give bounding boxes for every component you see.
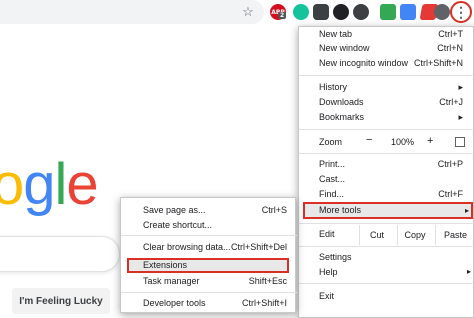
submenu-item-task-manager[interactable]: Task manager Shift+Esc (121, 275, 297, 288)
menu-item-new-window[interactable]: New window Ctrl+N (299, 41, 474, 55)
google-logo: ogle (0, 152, 99, 217)
menu-item-label: Find... (319, 189, 345, 199)
menu-separator (121, 235, 297, 236)
logo-letter: l (54, 152, 68, 217)
menu-separator (121, 292, 297, 293)
menu-item-shortcut: Ctrl+S (261, 205, 287, 215)
blue-extension-icon[interactable] (400, 4, 416, 20)
menu-item-label: Task manager (143, 276, 200, 286)
menu-item-label: Extensions (143, 260, 188, 270)
chrome-menu-button[interactable]: ⋮ (450, 1, 472, 23)
feeling-lucky-button[interactable]: I'm Feeling Lucky (12, 288, 110, 314)
abp-badge: 2 (278, 12, 287, 19)
fullscreen-icon[interactable] (455, 137, 465, 147)
menu-item-shortcut: Ctrl+Shift+N (413, 58, 463, 68)
menu-item-label: New incognito window (319, 58, 409, 68)
bookmark-star-icon[interactable]: ☆ (240, 4, 256, 20)
menu-separator (299, 283, 474, 284)
chrome-main-menu: New tab Ctrl+T New window Ctrl+N New inc… (298, 26, 474, 318)
paste-button[interactable]: Paste (435, 225, 474, 245)
menu-item-cast[interactable]: Cast... (299, 172, 474, 186)
menu-separator (299, 75, 474, 76)
menu-item-edit: Edit Cut Copy Paste (299, 225, 474, 245)
zoom-out-button[interactable]: − (366, 133, 372, 147)
submenu-arrow-icon: ▸ (464, 206, 469, 215)
zoom-in-button[interactable]: + (427, 134, 433, 148)
menu-item-label: Settings (319, 252, 352, 262)
menu-item-label: Cast... (319, 174, 346, 184)
menu-item-shortcut: Shift+Esc (248, 276, 287, 286)
menu-item-history[interactable]: History ▸ (299, 80, 474, 94)
submenu-arrow-icon: ▸ (466, 267, 471, 276)
menu-item-shortcut: Ctrl+Shift+Del (230, 242, 287, 252)
menu-item-shortcut: Ctrl+J (439, 97, 463, 107)
submenu-item-save-page[interactable]: Save page as... Ctrl+S (121, 204, 297, 217)
search-input[interactable] (0, 236, 120, 272)
profile-avatar[interactable] (434, 4, 450, 20)
menu-separator (299, 153, 474, 154)
round-dark-extension-icon[interactable] (333, 4, 349, 20)
menu-item-more-tools[interactable]: More tools ▸ (303, 202, 473, 219)
submenu-item-clear-browsing-data[interactable]: Clear browsing data... Ctrl+Shift+Del (121, 241, 297, 254)
logo-letter: e (66, 152, 98, 217)
menu-item-label: Exit (319, 291, 335, 301)
menu-item-shortcut: Ctrl+F (438, 189, 463, 199)
menu-separator (299, 246, 474, 247)
menu-item-label: Save page as... (143, 205, 206, 215)
copy-button[interactable]: Copy (397, 225, 432, 245)
submenu-arrow-icon: ▸ (458, 82, 463, 92)
menu-item-settings[interactable]: Settings (299, 250, 474, 264)
green-circle-extension-icon[interactable] (293, 4, 309, 20)
menu-item-downloads[interactable]: Downloads Ctrl+J (299, 95, 474, 109)
submenu-arrow-icon: ▸ (458, 112, 463, 122)
menu-item-shortcut: Ctrl+Shift+I (241, 298, 287, 308)
menu-separator (299, 223, 474, 224)
menu-item-find[interactable]: Find... Ctrl+F (299, 187, 474, 201)
adblock-plus-extension-icon[interactable]: ABP 2 (270, 4, 287, 20)
submenu-item-create-shortcut[interactable]: Create shortcut... (121, 219, 297, 232)
menu-item-label: Help (319, 267, 338, 277)
menu-item-new-incognito-window[interactable]: New incognito window Ctrl+Shift+N (299, 56, 474, 70)
cut-button[interactable]: Cut (359, 225, 394, 245)
submenu-item-extensions[interactable]: Extensions (127, 258, 289, 273)
menu-item-label: History (319, 82, 348, 92)
menu-item-label: Zoom (319, 137, 343, 147)
menu-item-shortcut: Ctrl+N (437, 43, 463, 53)
logo-letter: g (23, 152, 55, 217)
menu-item-zoom: Zoom − 100% + (299, 133, 474, 149)
menu-item-label: Bookmarks (319, 112, 365, 122)
address-bar[interactable] (0, 0, 264, 24)
submenu-item-developer-tools[interactable]: Developer tools Ctrl+Shift+I (121, 297, 297, 310)
menu-item-shortcut: Ctrl+T (438, 29, 463, 39)
menu-item-label: New window (319, 43, 370, 53)
zoom-level: 100% (391, 137, 415, 147)
logo-letter: o (0, 152, 24, 217)
dark-extension-icon[interactable] (313, 4, 329, 20)
menu-item-shortcut: Ctrl+P (437, 159, 463, 169)
menu-item-label: Print... (319, 159, 346, 169)
menu-item-label: Edit (319, 229, 335, 239)
menu-item-exit[interactable]: Exit (299, 289, 474, 303)
menu-item-print[interactable]: Print... Ctrl+P (299, 157, 474, 171)
menu-item-new-tab[interactable]: New tab Ctrl+T (299, 27, 474, 41)
menu-item-bookmarks[interactable]: Bookmarks ▸ (299, 110, 474, 124)
menu-separator (299, 129, 474, 130)
menu-item-label: Downloads (319, 97, 364, 107)
speech-bubble-extension-icon[interactable] (353, 4, 369, 20)
menu-item-help[interactable]: Help ▸ (299, 265, 474, 279)
more-tools-submenu: Save page as... Ctrl+S Create shortcut..… (120, 197, 297, 313)
menu-item-label: Create shortcut... (143, 220, 213, 230)
menu-item-label: New tab (319, 29, 353, 39)
menu-item-label: More tools (319, 205, 362, 215)
browser-toolbar: ☆ ABP 2 ⋮ (0, 0, 474, 24)
green-extension-icon[interactable] (380, 4, 396, 20)
menu-item-label: Clear browsing data... (143, 242, 231, 252)
menu-item-label: Developer tools (143, 298, 206, 308)
